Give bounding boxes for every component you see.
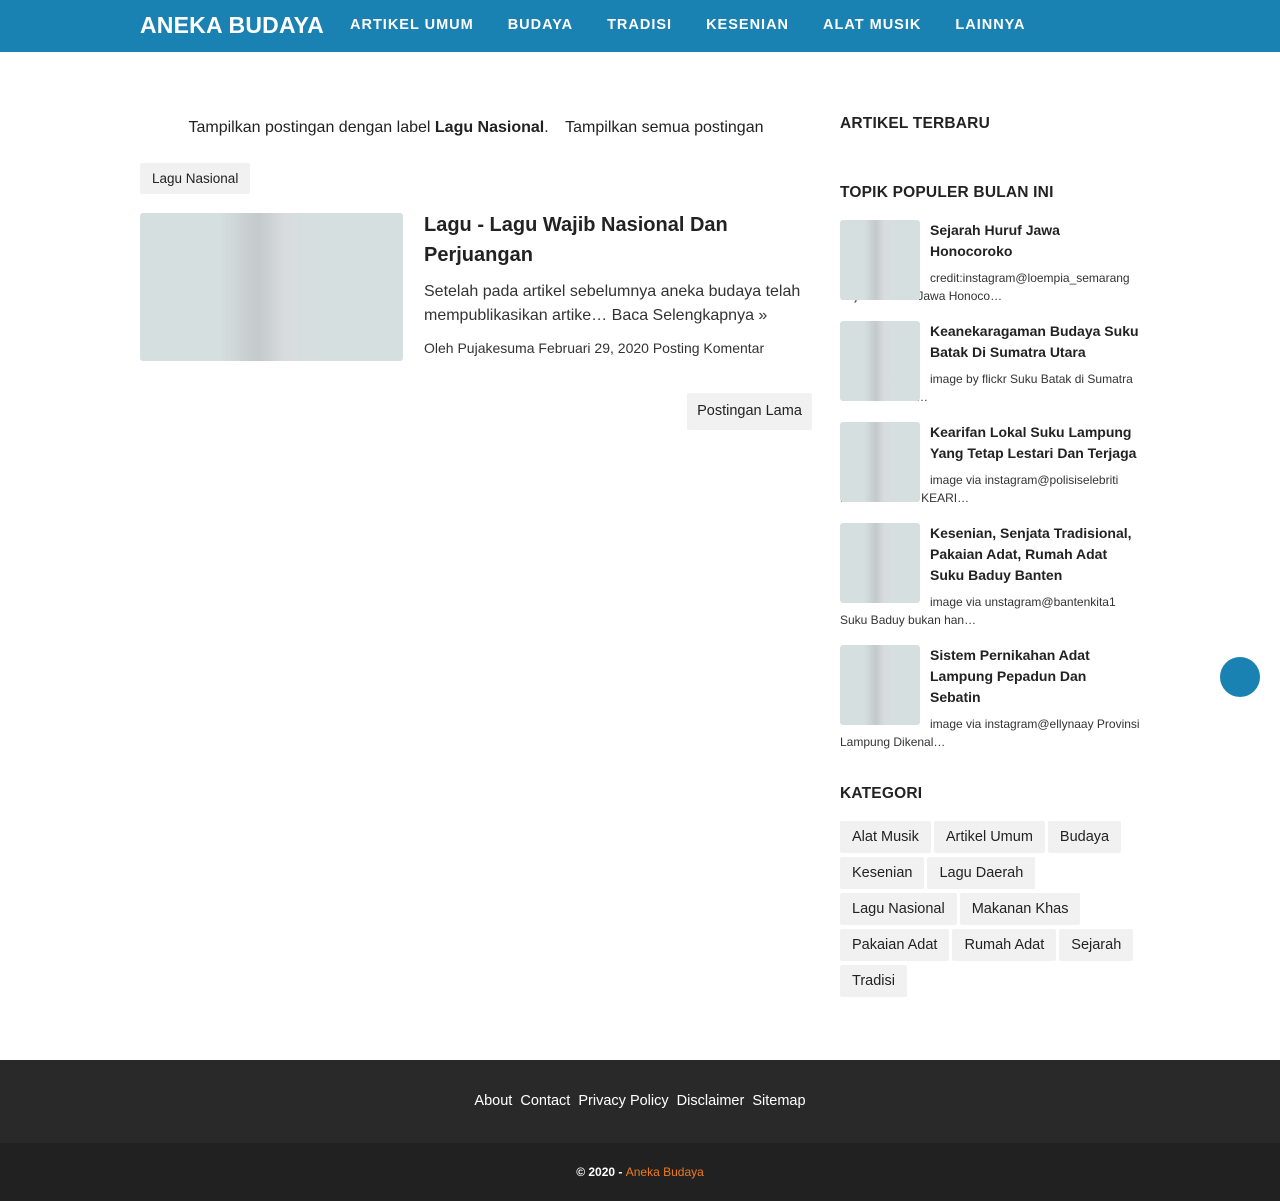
category-artikel-umum[interactable]: Artikel Umum xyxy=(933,821,1045,853)
label-filter-info: Tampilkan postingan dengan label Lagu Na… xyxy=(140,119,812,137)
top-navbar: ANEKA BUDAYA ARTIKEL UMUM BUDAYA TRADISI… xyxy=(0,0,1280,52)
post-label-chip[interactable]: Lagu Nasional xyxy=(140,163,251,194)
copyright-site-link[interactable]: Aneka Budaya xyxy=(626,1165,704,1179)
popular-post-thumbnail[interactable] xyxy=(840,321,920,401)
popular-post-item: Kesenian, Senjata Tradisional, Pakaian A… xyxy=(840,523,1140,629)
site-brand[interactable]: ANEKA BUDAYA xyxy=(140,12,324,39)
footer-links: About Contact Privacy Policy Disclaimer … xyxy=(0,1093,1280,1109)
label-filter-prefix: Tampilkan postingan dengan label xyxy=(188,119,431,136)
label-filter-suffix: . xyxy=(544,119,549,136)
post-author[interactable]: Pujakesuma xyxy=(457,340,534,356)
popular-post-item: Keanekaragaman Budaya Suku Batak Di Suma… xyxy=(840,321,1140,406)
post-date[interactable]: Februari 29, 2020 xyxy=(538,340,649,356)
category-lagu-nasional[interactable]: Lagu Nasional xyxy=(840,893,957,925)
nav-item-artikel-umum[interactable]: ARTIKEL UMUM xyxy=(350,17,474,33)
popular-post-thumbnail[interactable] xyxy=(840,523,920,603)
post-title[interactable]: Lagu - Lagu Wajib Nasional Dan Perjuanga… xyxy=(424,210,812,270)
nav-item-lainnya[interactable]: LAINNYA xyxy=(955,17,1025,33)
post-comment-link[interactable]: Posting Komentar xyxy=(653,340,764,356)
category-kesenian[interactable]: Kesenian xyxy=(840,857,925,889)
older-posts-button[interactable]: Postingan Lama xyxy=(687,393,812,430)
category-pakaian-adat[interactable]: Pakaian Adat xyxy=(840,929,950,961)
popular-post-thumbnail[interactable] xyxy=(840,645,920,725)
footer-link-privacy-policy[interactable]: Privacy Policy xyxy=(578,1093,668,1109)
category-alat-musik[interactable]: Alat Musik xyxy=(840,821,931,853)
nav-item-kesenian[interactable]: KESENIAN xyxy=(706,17,789,33)
popular-post-item: Sistem Pernikahan Adat Lampung Pepadun D… xyxy=(840,645,1140,751)
category-heading: KATEGORI xyxy=(840,785,923,802)
popular-post-title[interactable]: Kesenian, Senjata Tradisional, Pakaian A… xyxy=(930,523,1140,586)
nav-item-tradisi[interactable]: TRADISI xyxy=(607,17,672,33)
latest-articles-heading: ARTIKEL TERBARU xyxy=(840,115,990,132)
nav-item-alat-musik[interactable]: ALAT MUSIK xyxy=(823,17,921,33)
floating-action-button[interactable] xyxy=(1220,657,1260,697)
post-snippet: Setelah pada artikel sebelumnya aneka bu… xyxy=(424,280,812,328)
post-author-prefix: Oleh xyxy=(424,340,454,356)
popular-post-title[interactable]: Sejarah Huruf Jawa Honocoroko xyxy=(930,220,1140,262)
post-meta: Oleh Pujakesuma Februari 29, 2020 Postin… xyxy=(424,340,812,356)
category-tradisi[interactable]: Tradisi xyxy=(840,965,907,997)
popular-post-thumbnail[interactable] xyxy=(840,220,920,300)
category-list: Alat Musik Artikel Umum Budaya Kesenian Lag… xyxy=(840,821,1140,1001)
category-lagu-daerah[interactable]: Lagu Daerah xyxy=(927,857,1036,889)
popular-post-title[interactable]: Sistem Pernikahan Adat Lampung Pepadun D… xyxy=(930,645,1140,708)
popular-post-title[interactable]: Kearifan Lokal Suku Lampung Yang Tetap L… xyxy=(930,422,1140,464)
show-all-posts-link[interactable]: Tampilkan semua postingan xyxy=(565,119,763,136)
popular-topics-heading: TOPIK POPULER BULAN INI xyxy=(840,184,1054,201)
label-filter-name: Lagu Nasional xyxy=(434,119,545,136)
read-more-link[interactable]: Baca Selengkapnya » xyxy=(612,307,768,324)
nav-item-budaya[interactable]: BUDAYA xyxy=(508,17,573,33)
footer-link-contact[interactable]: Contact xyxy=(520,1093,570,1109)
popular-post-thumbnail[interactable] xyxy=(840,422,920,502)
popular-post-title[interactable]: Keanekaragaman Budaya Suku Batak Di Suma… xyxy=(930,321,1140,363)
popular-post-item: Sejarah Huruf Jawa Honocoroko credit:ins… xyxy=(840,220,1140,305)
category-sejarah[interactable]: Sejarah xyxy=(1059,929,1134,961)
category-rumah-adat[interactable]: Rumah Adat xyxy=(952,929,1057,961)
footer-link-disclaimer[interactable]: Disclaimer xyxy=(677,1093,745,1109)
copyright: © 2020 - Aneka Budaya xyxy=(0,1165,1280,1179)
main-nav: ARTIKEL UMUM BUDAYA TRADISI KESENIAN ALA… xyxy=(350,17,1059,33)
copyright-prefix: © 2020 - xyxy=(576,1165,623,1179)
footer-link-sitemap[interactable]: Sitemap xyxy=(752,1093,805,1109)
category-budaya[interactable]: Budaya xyxy=(1047,821,1122,853)
post-thumbnail[interactable] xyxy=(140,213,403,361)
popular-post-item: Kearifan Lokal Suku Lampung Yang Tetap L… xyxy=(840,422,1140,507)
category-makanan-khas[interactable]: Makanan Khas xyxy=(959,893,1081,925)
footer-link-about[interactable]: About xyxy=(474,1093,512,1109)
